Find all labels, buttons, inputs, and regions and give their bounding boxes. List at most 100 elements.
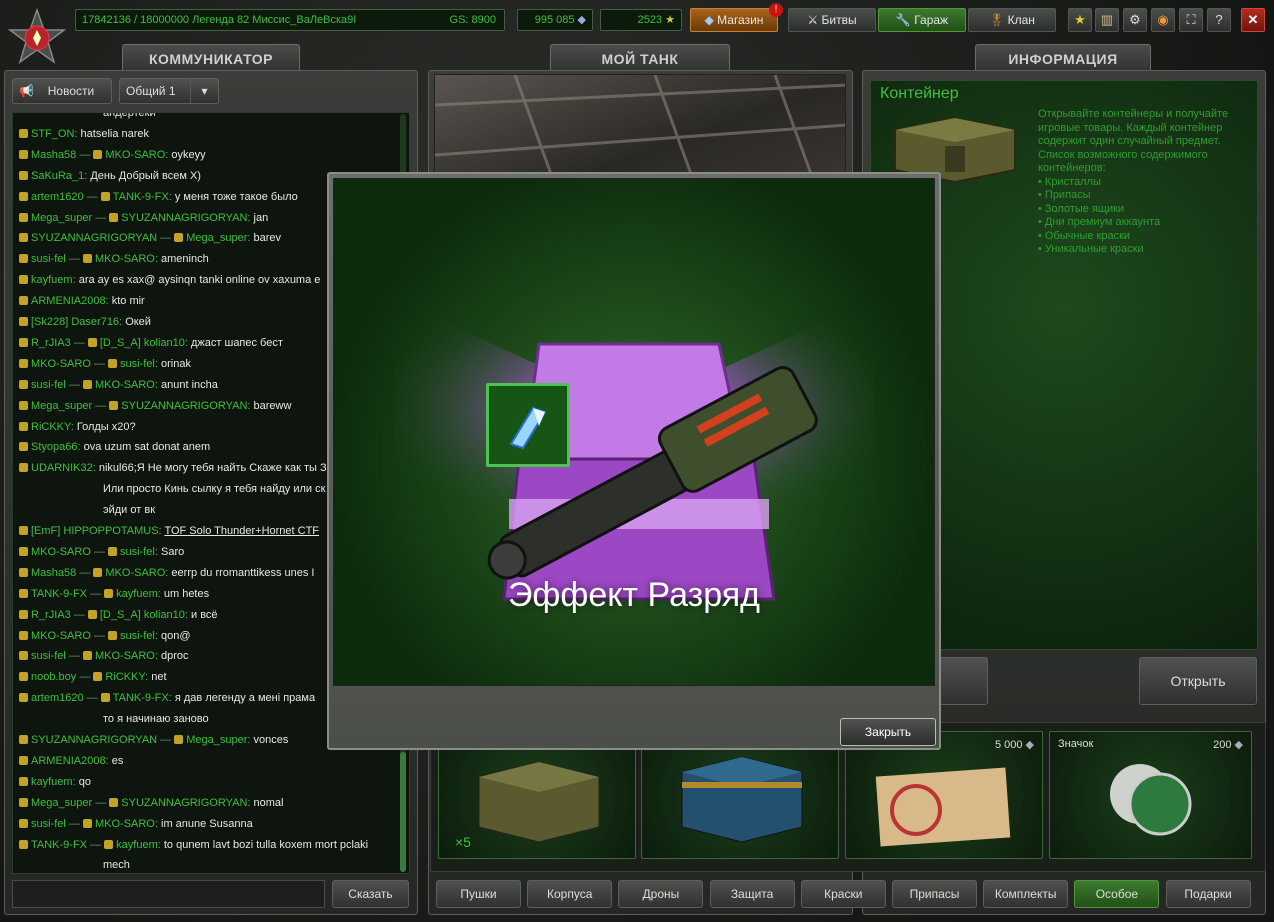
category-tab[interactable]: Комплекты	[983, 880, 1069, 908]
chat-recipient[interactable]: susi-fel	[120, 546, 155, 558]
chat-username[interactable]: R_rJIA3	[31, 337, 71, 349]
chat-username[interactable]: Masha58	[31, 567, 76, 579]
chat-username[interactable]: UDARNIK32	[31, 462, 93, 474]
separator: —	[83, 190, 101, 203]
chat-username[interactable]: [Sk228] Daser716	[31, 316, 119, 328]
category-tab[interactable]: Краски	[800, 880, 886, 908]
chat-username[interactable]: [EmF] HIPPOPPOTAMUS	[31, 525, 159, 537]
notification-badge: !	[769, 3, 783, 17]
chat-username[interactable]: susi-fel	[31, 379, 66, 391]
store-item-pro-pass[interactable]: 5 000 ◆	[845, 731, 1043, 859]
store-item-badge[interactable]: Значок 200 ◆	[1049, 731, 1252, 859]
chat-input[interactable]	[12, 880, 325, 908]
chat-username[interactable]: Masha58	[31, 149, 76, 161]
fullscreen-icon[interactable]: ⛶	[1179, 8, 1203, 32]
chat-username[interactable]: MKO-SARO	[31, 546, 91, 558]
garage-button[interactable]: 🔧 Гараж	[878, 8, 966, 32]
chat-username[interactable]: ARMENIA2008	[31, 295, 106, 307]
chat-username[interactable]: Mega_super	[31, 400, 92, 412]
chat-username[interactable]: noob.boy	[31, 671, 76, 683]
achievements-icon[interactable]: ★	[1068, 8, 1092, 32]
category-tab[interactable]: Корпуса	[527, 880, 613, 908]
chat-recipient[interactable]: MKO-SARO	[105, 567, 165, 579]
send-button[interactable]: Сказать	[332, 880, 409, 908]
chat-recipient[interactable]: Mega_super	[186, 734, 247, 746]
chat-username[interactable]: SaKuRa_1	[31, 170, 84, 182]
store-item-blue-container[interactable]	[641, 731, 839, 859]
diamond-icon: ◆	[704, 13, 714, 27]
category-tab[interactable]: Дроны	[618, 880, 704, 908]
chat-recipient[interactable]: SYUZANNAGRIGORYAN	[121, 400, 247, 412]
chat-username[interactable]: susi-fel	[31, 818, 66, 830]
chat-recipient[interactable]: kayfuem	[116, 588, 158, 600]
chat-recipient[interactable]: SYUZANNAGRIGORYAN	[121, 797, 247, 809]
missions-icon[interactable]: ▥	[1095, 8, 1119, 32]
open-button[interactable]: Открыть	[1139, 657, 1257, 705]
crate-blue-image	[681, 756, 803, 843]
separator: —	[65, 378, 83, 391]
clan-button[interactable]: 🎖 Клан	[968, 8, 1056, 32]
chat-username[interactable]: kayfuem	[31, 274, 73, 286]
partial-button[interactable]	[938, 657, 988, 705]
sound-icon[interactable]: ◉	[1151, 8, 1175, 32]
category-tab[interactable]: Подарки	[1165, 880, 1251, 908]
chat-recipient[interactable]: susi-fel	[120, 358, 155, 370]
tab-information[interactable]: ИНФОРМАЦИЯ	[975, 44, 1151, 72]
chat-username[interactable]: R_rJIA3	[31, 609, 71, 621]
info-description: Открывайте контейнеры и получайте игровые…	[1038, 108, 1258, 257]
battles-button[interactable]: ⚔ Битвы	[788, 8, 876, 32]
channel-select[interactable]: Общий 1 ▾	[119, 78, 219, 104]
chat-username[interactable]: STF_ON	[31, 128, 74, 140]
chevron-down-icon: ▾	[190, 79, 218, 103]
chat-text: я дав легенду а мені прама	[174, 692, 316, 705]
chat-recipient[interactable]: SYUZANNAGRIGORYAN	[121, 212, 247, 224]
info-line: • Кристаллы	[1038, 175, 1101, 188]
chat-username[interactable]: SYUZANNAGRIGORYAN	[31, 232, 157, 244]
chat-username[interactable]: MKO-SARO	[31, 358, 91, 370]
rank-emblem-icon[interactable]	[8, 8, 66, 66]
chat-recipient[interactable]: MKO-SARO	[95, 650, 155, 662]
chat-recipient[interactable]: TANK-9-FX	[113, 692, 169, 704]
chat-recipient[interactable]: RiCKKY	[105, 671, 145, 683]
chat-scrollbar-thumb[interactable]	[400, 752, 406, 872]
category-tab[interactable]: Защита	[709, 880, 795, 908]
chat-recipient[interactable]: MKO-SARO	[95, 253, 155, 265]
chat-username[interactable]: susi-fel	[31, 650, 66, 662]
category-tab[interactable]: Припасы	[892, 880, 977, 908]
chat-username[interactable]: SYUZANNAGRIGORYAN	[31, 734, 157, 746]
tab-communicator[interactable]: КОММУНИКАТОР	[122, 44, 300, 72]
chat-username[interactable]: Mega_super	[31, 797, 92, 809]
store-item-container[interactable]: ×5	[438, 731, 636, 859]
chat-recipient[interactable]: [D_S_A] kolian10	[100, 609, 185, 621]
chat-recipient[interactable]: kayfuem	[116, 839, 158, 851]
chat-username[interactable]: TANK-9-FX	[31, 588, 87, 600]
info-line: • Золотые ящики	[1038, 202, 1125, 215]
chat-username[interactable]: artem1620	[31, 692, 84, 704]
chat-username[interactable]: MKO-SARO	[31, 630, 91, 642]
chat-recipient[interactable]: [D_S_A] kolian10	[100, 337, 185, 349]
chat-recipient[interactable]: TANK-9-FX	[113, 191, 169, 203]
category-tab[interactable]: Пушки	[436, 880, 521, 908]
news-button[interactable]: 📢 Новости	[12, 78, 112, 104]
chat-username[interactable]: Styopa66	[31, 441, 77, 453]
chat-recipient[interactable]: susi-fel	[120, 630, 155, 642]
settings-gear-icon[interactable]: ⚙	[1123, 8, 1147, 32]
shop-button[interactable]: ◆ Магазин !	[690, 3, 783, 32]
rank-icon	[93, 567, 103, 577]
chat-username[interactable]: RiCKKY	[31, 421, 71, 433]
chat-recipient[interactable]: MKO-SARO	[95, 818, 155, 830]
tab-my-tank[interactable]: МОЙ ТАНК	[550, 44, 730, 72]
chat-username[interactable]: kayfuem	[31, 776, 73, 788]
chat-username[interactable]: ARMENIA2008	[31, 755, 106, 767]
chat-recipient[interactable]: MKO-SARO	[105, 149, 165, 161]
help-icon[interactable]: ?	[1207, 8, 1231, 32]
chat-recipient[interactable]: Mega_super	[186, 232, 247, 244]
chat-username[interactable]: artem1620	[31, 191, 84, 203]
chat-username[interactable]: Mega_super	[31, 212, 92, 224]
close-icon[interactable]: ✕	[1241, 8, 1265, 32]
category-tab[interactable]: Особое	[1074, 880, 1160, 908]
chat-recipient[interactable]: MKO-SARO	[95, 379, 155, 391]
close-modal-button[interactable]: Закрыть	[840, 718, 936, 746]
chat-username[interactable]: susi-fel	[31, 253, 66, 265]
chat-username[interactable]: TANK-9-FX	[31, 839, 87, 851]
